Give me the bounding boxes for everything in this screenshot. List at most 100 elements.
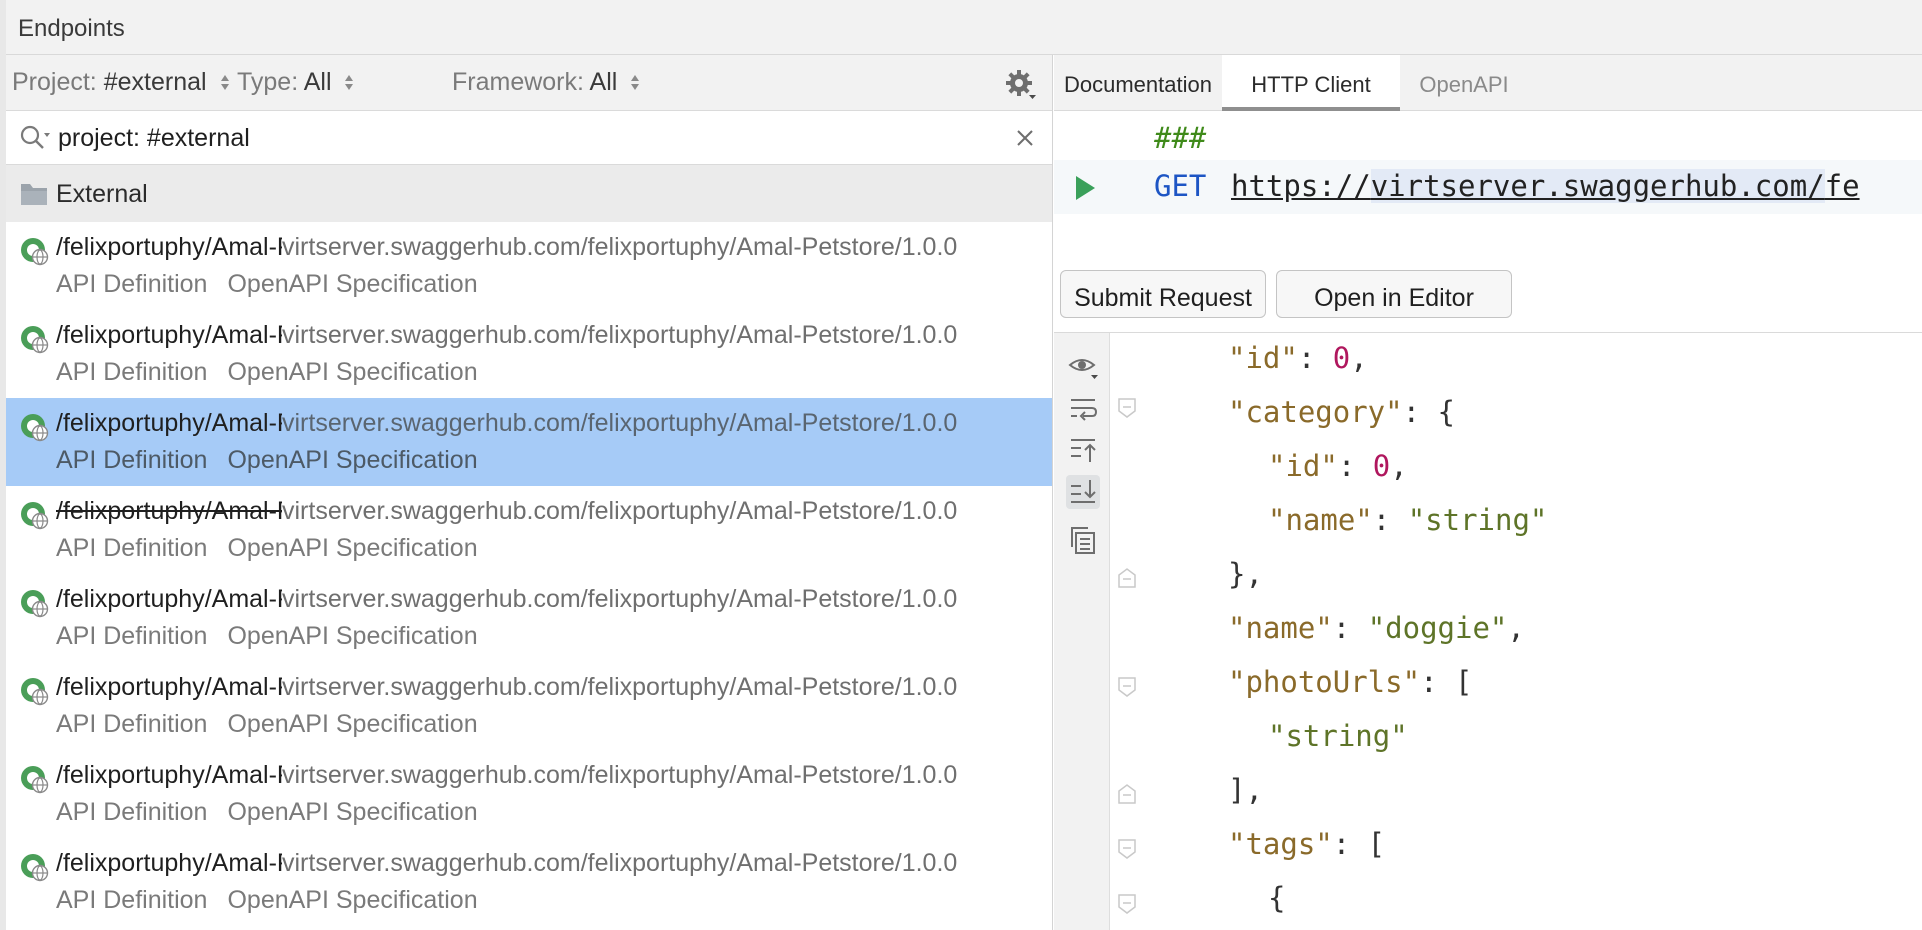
- request-url-host: virtserver.swaggerhub.com/: [1370, 169, 1825, 203]
- endpoint-meta: API Definition OpenAPI Specification: [56, 534, 478, 563]
- scroll-to-top-icon[interactable]: [1066, 433, 1100, 467]
- endpoint-spec: OpenAPI Specification: [227, 710, 478, 738]
- endpoint-meta: API Definition OpenAPI Specification: [56, 446, 478, 475]
- list-item[interactable]: /felixportuphy/Amal-Petstorevirtserver.s…: [6, 838, 1052, 926]
- fold-open-icon[interactable]: [1116, 675, 1138, 699]
- type-filter-value: All: [303, 68, 332, 96]
- endpoint-meta: API Definition OpenAPI Specification: [56, 358, 478, 387]
- json-token: "string": [1407, 503, 1548, 537]
- endpoint-path: /felixportuphy/Amal-Petstore: [56, 497, 282, 525]
- search-input[interactable]: [58, 119, 998, 157]
- gear-icon[interactable]: [1005, 69, 1037, 101]
- tab-openapi[interactable]: OpenAPI: [1400, 55, 1528, 111]
- endpoint-path: /felixportuphy/Amal-Petstore: [56, 321, 282, 349]
- json-token: 0: [1372, 449, 1391, 483]
- request-url-scheme: https://: [1231, 169, 1371, 203]
- json-line: "category": {: [1228, 395, 1455, 429]
- endpoint-spec: OpenAPI Specification: [227, 798, 478, 826]
- endpoint-type: API Definition: [56, 710, 208, 738]
- response-toolbar: [1054, 333, 1110, 930]
- endpoint-url: virtserver.swaggerhub.com/felixportuphy/…: [282, 497, 958, 525]
- endpoint-type: API Definition: [56, 798, 208, 826]
- type-filter[interactable]: Type: All: [237, 68, 354, 97]
- json-token: "name": [1268, 503, 1373, 537]
- json-token: :: [1332, 611, 1368, 645]
- web-endpoint-icon: [21, 414, 49, 442]
- fold-close-icon[interactable]: [1116, 782, 1138, 806]
- json-token: "doggie": [1367, 611, 1508, 645]
- json-token: 0: [1332, 341, 1351, 375]
- endpoint-url: virtserver.swaggerhub.com/felixportuphy/…: [282, 585, 958, 613]
- endpoint-type: API Definition: [56, 534, 208, 562]
- endpoint-path: /felixportuphy/Amal-Petstore: [56, 849, 282, 877]
- endpoint-type: API Definition: [56, 446, 208, 474]
- http-request-editor[interactable]: ### GET https://virtserver.swaggerhub.co…: [1054, 111, 1922, 218]
- scroll-to-end-icon[interactable]: [1066, 475, 1100, 509]
- json-token: :: [1297, 341, 1333, 375]
- endpoint-type: API Definition: [56, 622, 208, 650]
- list-item[interactable]: /felixportuphy/Amal-Petstorevirtserver.s…: [6, 310, 1052, 398]
- list-item[interactable]: /felixportuphy/Amal-Petstorevirtserver.s…: [6, 222, 1052, 310]
- submit-request-button[interactable]: Submit Request: [1060, 270, 1266, 318]
- request-separator: ###: [1154, 121, 1207, 155]
- framework-filter-label: Framework:: [452, 68, 584, 96]
- endpoint-type: API Definition: [56, 270, 208, 298]
- endpoint-type: API Definition: [56, 358, 208, 386]
- fold-open-icon[interactable]: [1116, 892, 1138, 916]
- framework-filter-value: All: [589, 68, 618, 96]
- endpoint-list: /felixportuphy/Amal-Petstorevirtserver.s…: [6, 222, 1052, 926]
- fold-open-icon[interactable]: [1116, 396, 1138, 420]
- json-line: },: [1228, 557, 1263, 591]
- soft-wrap-icon[interactable]: [1066, 391, 1100, 425]
- updown-arrows-icon: [220, 74, 230, 92]
- endpoint-meta: API Definition OpenAPI Specification: [56, 622, 478, 651]
- endpoint-url: virtserver.swaggerhub.com/felixportuphy/…: [282, 761, 958, 789]
- json-line: "name": "doggie",: [1228, 611, 1525, 645]
- search-bar: [6, 111, 1052, 165]
- framework-filter[interactable]: Framework: All: [452, 68, 640, 97]
- fold-close-icon[interactable]: [1116, 566, 1138, 590]
- json-line: "id": 0,: [1268, 449, 1408, 483]
- endpoint-path: /felixportuphy/Amal-Petstore: [56, 233, 282, 261]
- response-body-viewer: "id": 0, "category": {"id": 0, "name": "st…: [1054, 332, 1922, 930]
- endpoint-path: /felixportuphy/Amal-Petstore: [56, 409, 282, 437]
- web-endpoint-icon: [21, 590, 49, 618]
- endpoint-type: API Definition: [56, 886, 208, 914]
- eye-icon[interactable]: [1066, 349, 1100, 383]
- web-endpoint-icon: [21, 326, 49, 354]
- web-endpoint-icon: [21, 502, 49, 530]
- tool-window-header: Endpoints: [6, 0, 1922, 55]
- list-item[interactable]: /felixportuphy/Amal-Petstorevirtserver.s…: [6, 574, 1052, 662]
- endpoints-list-panel: Project: #external Type: All Framework: …: [6, 55, 1053, 930]
- json-token: {: [1268, 881, 1286, 915]
- copy-icon[interactable]: [1066, 523, 1100, 557]
- list-item[interactable]: /felixportuphy/Amal-Petstorevirtserver.s…: [6, 398, 1052, 486]
- endpoint-spec: OpenAPI Specification: [227, 270, 478, 298]
- endpoint-path: /felixportuphy/Amal-Petstore: [56, 585, 282, 613]
- list-item[interactable]: /felixportuphy/Amal-Petstorevirtserver.s…: [6, 750, 1052, 838]
- endpoint-spec: OpenAPI Specification: [227, 622, 478, 650]
- endpoints-tool-window: Endpoints Project: #external Type: All F…: [0, 0, 1922, 930]
- tab-http-client[interactable]: HTTP Client: [1222, 55, 1400, 111]
- json-token: "id": [1268, 449, 1338, 483]
- json-token: : [: [1420, 665, 1473, 699]
- open-in-editor-button[interactable]: Open in Editor: [1276, 270, 1512, 318]
- json-token: "string": [1268, 719, 1408, 753]
- request-url-path: fe: [1824, 169, 1860, 203]
- list-item[interactable]: /felixportuphy/Amal-Petstorevirtserver.s…: [6, 662, 1052, 750]
- endpoint-spec: OpenAPI Specification: [227, 358, 478, 386]
- close-icon[interactable]: [1014, 127, 1036, 149]
- project-filter[interactable]: Project: #external: [12, 68, 230, 97]
- group-header-external[interactable]: External: [6, 165, 1052, 222]
- fold-open-icon[interactable]: [1116, 837, 1138, 861]
- list-item[interactable]: /felixportuphy/Amal-Petstorevirtserver.s…: [6, 486, 1052, 574]
- json-token: "tags": [1228, 827, 1333, 861]
- endpoint-url: virtserver.swaggerhub.com/felixportuphy/…: [282, 409, 958, 437]
- run-icon[interactable]: [1074, 175, 1096, 201]
- project-filter-label: Project:: [12, 68, 97, 96]
- request-url[interactable]: https://virtserver.swaggerhub.com/fe: [1231, 169, 1860, 203]
- search-icon: [20, 125, 50, 149]
- tool-window-title: Endpoints: [18, 15, 125, 42]
- tab-documentation[interactable]: Documentation: [1054, 55, 1222, 111]
- updown-arrows-icon: [630, 74, 640, 92]
